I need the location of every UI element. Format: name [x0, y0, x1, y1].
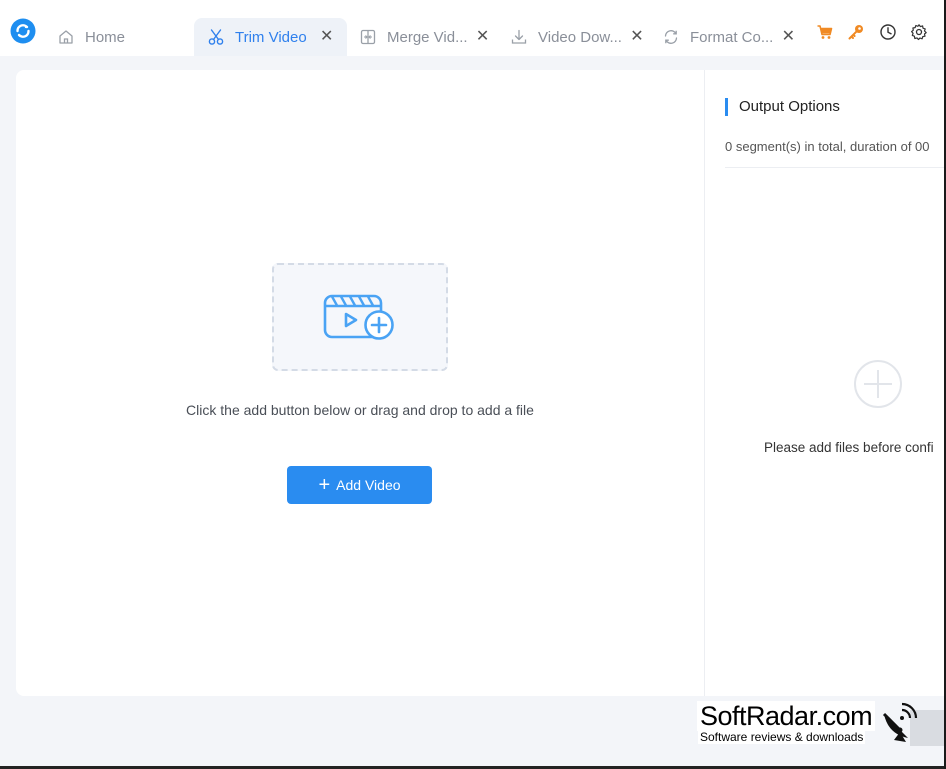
convert-icon: [664, 30, 678, 44]
tab-video-download-label: Video Dow...: [538, 28, 622, 46]
divider: [725, 167, 946, 168]
tab-format-convert[interactable]: Format Co... ✕: [662, 18, 802, 56]
close-icon[interactable]: ✕: [630, 29, 644, 45]
satellite-dish-icon: [882, 702, 918, 742]
add-video-button[interactable]: + Add Video: [287, 466, 432, 504]
empty-add-icon: [854, 360, 902, 408]
download-icon: [511, 29, 527, 44]
tab-bar: Home Trim Video ✕ Merge Vid... ✕ Video D…: [0, 0, 946, 56]
trim-workspace: Click the add button below or drag and d…: [16, 70, 704, 696]
merge-icon: [360, 29, 376, 45]
cart-icon[interactable]: [816, 23, 834, 41]
tab-merge-video-label: Merge Vid...: [387, 28, 468, 46]
key-icon[interactable]: [847, 23, 865, 41]
add-video-file-icon: [323, 294, 394, 340]
add-video-button-label: Add Video: [336, 477, 401, 493]
history-icon[interactable]: [879, 23, 897, 41]
tab-format-convert-label: Format Co...: [690, 28, 774, 46]
output-options-title: Output Options: [725, 98, 840, 116]
tab-home-label: Home: [85, 28, 126, 46]
close-icon[interactable]: ✕: [320, 29, 334, 45]
watermark-tagline: Software reviews & downloads: [698, 730, 866, 744]
home-icon: [59, 30, 73, 44]
settings-icon[interactable]: [910, 23, 928, 41]
close-icon[interactable]: ✕: [781, 29, 795, 45]
app-logo-icon: [10, 18, 36, 44]
watermark-name: SoftRadar.com: [697, 701, 876, 731]
empty-output-hint: Please add files before confi: [764, 440, 934, 455]
drop-hint-text: Click the add button below or drag and d…: [186, 402, 534, 418]
close-icon[interactable]: ✕: [476, 29, 490, 45]
tab-video-download[interactable]: Video Dow... ✕: [510, 18, 650, 56]
tab-home[interactable]: Home: [50, 18, 160, 56]
file-drop-zone[interactable]: [272, 263, 448, 371]
tab-merge-video[interactable]: Merge Vid... ✕: [359, 18, 499, 56]
softradar-watermark: SoftRadar.com Software reviews & downloa…: [692, 700, 924, 748]
tab-trim-video-label: Trim Video: [235, 28, 307, 46]
segment-summary: 0 segment(s) in total, duration of 00: [725, 139, 930, 154]
output-options-panel: Output Options 0 segment(s) in total, du…: [704, 70, 946, 696]
tab-trim-video[interactable]: Trim Video ✕: [194, 18, 347, 56]
plus-icon: +: [318, 474, 331, 496]
scissors-icon: [208, 29, 224, 45]
